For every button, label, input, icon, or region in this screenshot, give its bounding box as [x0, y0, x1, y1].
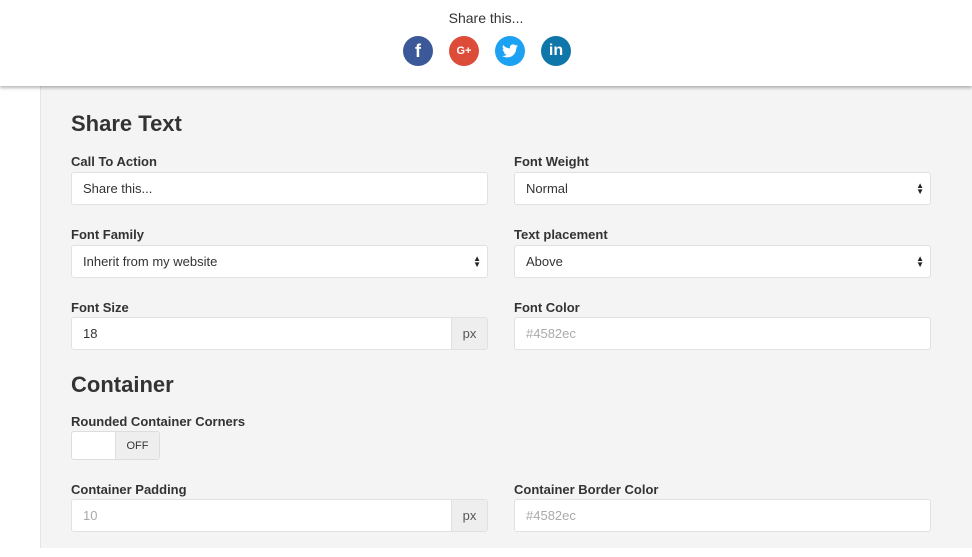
rounded-corners-toggle[interactable]: OFF	[71, 431, 160, 460]
share-preview-bar: Share this... f G+ in	[0, 0, 972, 86]
facebook-icon[interactable]: f	[403, 36, 433, 66]
share-icons: f G+ in	[0, 36, 972, 66]
container-padding-label: Container Padding	[71, 482, 187, 497]
container-heading: Container	[71, 372, 174, 397]
twitter-icon[interactable]	[495, 36, 525, 66]
font-weight-value: Normal	[526, 181, 568, 196]
font-weight-select[interactable]: Normal ▲ ▼	[514, 172, 931, 205]
font-family-label: Font Family	[71, 227, 144, 242]
toggle-state: OFF	[115, 432, 159, 459]
text-placement-value: Above	[526, 254, 563, 269]
page-bottom	[0, 548, 972, 557]
rounded-corners-label: Rounded Container Corners	[71, 414, 246, 429]
linkedin-icon[interactable]: in	[541, 36, 571, 66]
call-to-action-label: Call To Action	[71, 154, 157, 169]
select-caret-icon: ▲ ▼	[473, 254, 481, 269]
container-padding-input[interactable]: 10 px	[71, 499, 488, 532]
call-to-action-input[interactable]: Share this...	[71, 172, 488, 205]
font-size-label: Font Size	[71, 300, 129, 315]
font-family-value: Inherit from my website	[83, 254, 218, 269]
google-plus-icon[interactable]: G+	[449, 36, 479, 66]
share-text-heading: Share Text	[71, 111, 182, 136]
container-padding-unit: px	[451, 500, 487, 531]
select-caret-icon: ▲ ▼	[916, 181, 924, 196]
font-size-value: 18	[83, 326, 98, 341]
preview-call-to-action: Share this...	[448, 10, 524, 26]
font-weight-label: Font Weight	[514, 154, 589, 169]
text-placement-select[interactable]: Above ▲ ▼	[514, 245, 931, 278]
font-size-unit: px	[451, 318, 487, 349]
font-color-input[interactable]: #4582ec	[514, 317, 931, 350]
settings-panel: Share Text Call To Action Share this... …	[40, 86, 972, 548]
container-border-color-input[interactable]: #4582ec	[514, 499, 931, 532]
container-padding-placeholder: 10	[83, 508, 98, 523]
text-placement-label: Text placement	[514, 227, 608, 242]
container-border-color-label: Container Border Color	[514, 482, 659, 497]
font-size-input[interactable]: 18 px	[71, 317, 488, 350]
font-family-select[interactable]: Inherit from my website ▲ ▼	[71, 245, 488, 278]
font-color-label: Font Color	[514, 300, 580, 315]
select-caret-icon: ▲ ▼	[916, 254, 924, 269]
